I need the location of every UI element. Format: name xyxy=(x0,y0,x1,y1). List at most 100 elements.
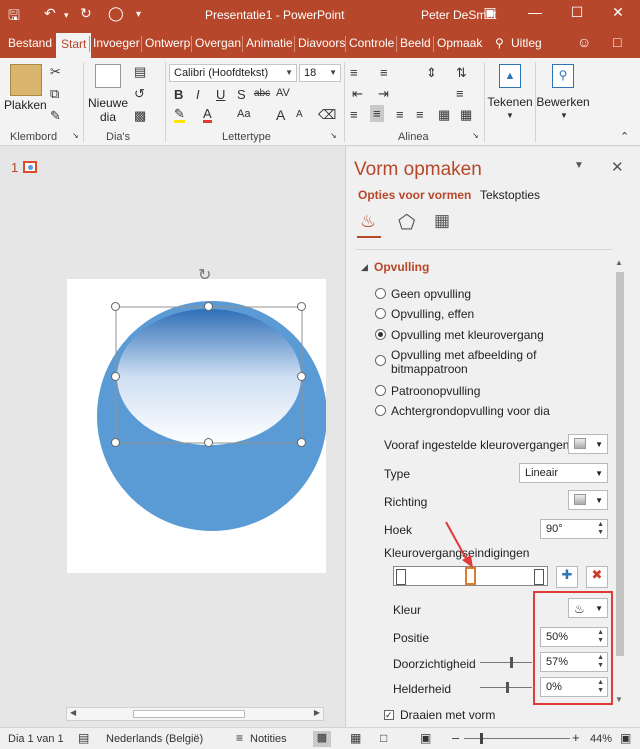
paragraph-launcher-icon[interactable]: ↘ xyxy=(472,131,479,140)
preset-gradients-dropdown[interactable]: ▼ xyxy=(568,434,608,454)
spinner-arrows-icon[interactable]: ▲ ▼ xyxy=(597,521,604,537)
line-spacing-icon[interactable]: ⇕ xyxy=(426,65,437,81)
notes-button[interactable]: Notities xyxy=(250,733,287,745)
increase-indent-icon[interactable]: ⇥ xyxy=(378,86,389,102)
ribbon-display-icon[interactable]: ▣ xyxy=(480,4,500,24)
normal-view-icon[interactable]: ▩ xyxy=(313,731,331,747)
collapse-ribbon-icon[interactable]: ⌃ xyxy=(620,130,629,143)
slide-thumbnail[interactable] xyxy=(23,161,37,173)
close-pane-icon[interactable]: ✕ xyxy=(611,158,624,176)
resize-handle[interactable] xyxy=(111,372,120,381)
tab-opmaak[interactable]: Opmaak xyxy=(437,36,482,50)
direction-dropdown[interactable]: ▼ xyxy=(568,490,608,510)
align-left-icon[interactable]: ≡ xyxy=(350,107,358,122)
decrease-indent-icon[interactable]: ⇤ xyxy=(352,86,363,102)
pane-options-icon[interactable]: ▼ xyxy=(574,160,584,171)
font-launcher-icon[interactable]: ↘ xyxy=(330,131,337,140)
tab-controle[interactable]: Controle xyxy=(349,36,394,50)
tab-beeld[interactable]: Beeld xyxy=(400,36,431,50)
reading-view-icon[interactable]: □ xyxy=(380,731,387,745)
character-spacing-button[interactable]: AV xyxy=(276,87,290,99)
rotate-handle-icon[interactable]: ↻ xyxy=(198,265,211,285)
rotate-with-shape-label[interactable]: Draaien met vorm xyxy=(400,708,495,720)
lightbulb-icon[interactable]: ⚲ xyxy=(495,36,504,50)
resize-handle[interactable] xyxy=(297,438,306,447)
close-window-icon[interactable]: ✕ xyxy=(608,4,628,24)
paste-icon[interactable] xyxy=(10,64,42,96)
scroll-up-icon[interactable]: ▲ xyxy=(615,258,623,267)
horizontal-scrollbar[interactable]: ◀ ▶ xyxy=(66,707,324,721)
gradient-stop-3[interactable] xyxy=(534,569,544,585)
shadow-button[interactable]: S xyxy=(237,87,246,102)
radio-label-picture-fill[interactable]: Opvulling met afbeelding of xyxy=(391,348,536,362)
brightness-slider-thumb[interactable] xyxy=(506,682,509,693)
tab-invoegen[interactable]: Invoeger xyxy=(93,36,140,50)
resize-handle[interactable] xyxy=(111,302,120,311)
radio-solid-fill[interactable] xyxy=(375,308,386,319)
scroll-down-icon[interactable]: ▼ xyxy=(615,695,623,704)
section-fill[interactable]: Opvulling xyxy=(374,260,429,274)
fit-to-window-icon[interactable]: ▣ xyxy=(620,731,631,745)
gradient-ellipse-shape[interactable] xyxy=(117,309,301,445)
tab-start[interactable]: Start xyxy=(56,33,92,58)
notes-icon[interactable]: ≡ xyxy=(236,731,243,745)
gradient-stop-1[interactable] xyxy=(396,569,406,585)
collapse-section-icon[interactable]: ◢ xyxy=(361,262,368,273)
present-icon[interactable]: ◯ xyxy=(108,5,124,22)
columns-icon[interactable]: ▦ xyxy=(438,107,450,123)
drawing-button[interactable]: Tekenen xyxy=(487,95,533,109)
radio-gradient-fill[interactable] xyxy=(375,329,386,340)
resize-handle[interactable] xyxy=(204,302,213,311)
customize-qat-icon[interactable]: ▾ xyxy=(136,9,141,20)
zoom-in-icon[interactable]: + xyxy=(572,730,580,745)
new-slide-icon[interactable] xyxy=(95,64,121,88)
redo-icon[interactable]: ↻ xyxy=(80,5,92,22)
undo-icon[interactable]: ↶ xyxy=(44,5,56,22)
transparency-slider[interactable] xyxy=(480,662,532,663)
chevron-down-icon[interactable]: ▼ xyxy=(506,111,514,120)
rotate-with-shape-checkbox[interactable]: ✓ xyxy=(384,710,394,720)
size-properties-icon[interactable]: ▦ xyxy=(434,211,450,231)
align-text-icon[interactable]: ≡ xyxy=(456,86,464,101)
justify-icon[interactable]: ≡ xyxy=(416,107,424,122)
font-name-combo[interactable]: Calibri (Hoofdtekst) ▼ xyxy=(169,64,297,82)
comments-icon[interactable]: □ xyxy=(613,34,621,50)
radio-picture-fill[interactable] xyxy=(375,355,386,366)
font-color-button[interactable]: A xyxy=(203,107,212,123)
highlight-icon[interactable]: ✎ xyxy=(174,107,185,123)
pane-scrollbar[interactable]: ▲ ▼ xyxy=(614,258,626,708)
new-slide-label-2[interactable]: dia xyxy=(86,110,130,124)
tab-diavoorstelling[interactable]: Diavoors xyxy=(298,36,345,50)
align-center-icon[interactable]: ≡ xyxy=(370,105,384,122)
tab-ontwerp[interactable]: Ontwerp xyxy=(145,36,190,50)
undo-dropdown-icon[interactable]: ▾ xyxy=(64,10,69,21)
zoom-level[interactable]: 44% xyxy=(590,733,612,745)
clear-formatting-icon[interactable]: ⌫ xyxy=(318,107,336,123)
italic-button[interactable]: I xyxy=(196,87,200,102)
radio-label-solid-fill[interactable]: Opvulling, effen xyxy=(391,307,474,321)
change-case-button[interactable]: Aa xyxy=(237,108,250,120)
strikethrough-button[interactable]: abc xyxy=(254,88,270,99)
spelling-icon[interactable]: ▤ xyxy=(78,731,89,745)
tell-me[interactable]: Uitleg xyxy=(511,36,542,50)
save-icon[interactable]: 🖫 xyxy=(8,5,20,29)
type-dropdown[interactable]: Lineair ▼ xyxy=(519,463,608,483)
language-status[interactable]: Nederlands (België) xyxy=(106,733,203,745)
effects-icon[interactable]: ⬠ xyxy=(398,210,415,235)
new-slide-label-1[interactable]: Nieuwe xyxy=(86,96,130,110)
grow-font-button[interactable]: A xyxy=(276,107,285,123)
radio-background-fill[interactable] xyxy=(375,405,386,416)
zoom-slider-thumb[interactable] xyxy=(480,733,483,744)
resize-handle[interactable] xyxy=(297,302,306,311)
slide-sorter-icon[interactable]: ▦ xyxy=(350,731,361,745)
radio-pattern-fill[interactable] xyxy=(375,385,386,396)
cut-icon[interactable]: ✂ xyxy=(50,64,61,80)
shrink-font-button[interactable]: A xyxy=(296,109,303,120)
resize-handle[interactable] xyxy=(204,438,213,447)
format-painter-icon[interactable]: ✎ xyxy=(50,108,61,124)
fill-line-icon[interactable]: ♨ xyxy=(360,211,376,232)
copy-icon[interactable]: ⧉ xyxy=(50,86,59,102)
radio-label-picture-fill-2[interactable]: bitmappatroon xyxy=(391,362,468,376)
radio-label-pattern-fill[interactable]: Patroonopvulling xyxy=(391,384,480,398)
numbering-icon[interactable]: ≡ xyxy=(380,65,388,80)
